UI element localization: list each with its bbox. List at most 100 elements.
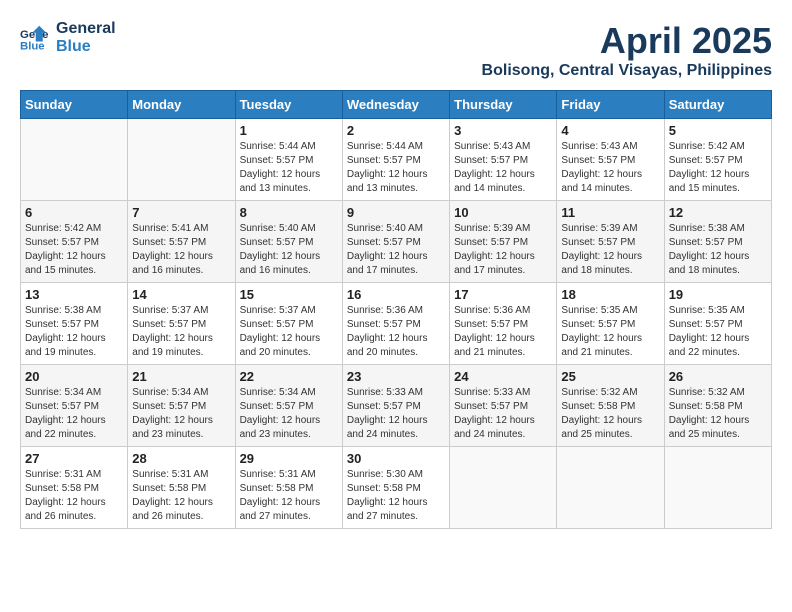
calendar-cell xyxy=(21,119,128,201)
day-info: Sunrise: 5:35 AMSunset: 5:57 PMDaylight:… xyxy=(561,304,659,360)
calendar-cell: 4Sunrise: 5:43 AMSunset: 5:57 PMDaylight… xyxy=(557,119,664,201)
day-number: 11 xyxy=(561,205,659,220)
day-info: Sunrise: 5:32 AMSunset: 5:58 PMDaylight:… xyxy=(561,386,659,442)
day-info: Sunrise: 5:34 AMSunset: 5:57 PMDaylight:… xyxy=(240,386,338,442)
day-number: 16 xyxy=(347,287,445,302)
day-number: 21 xyxy=(132,369,230,384)
day-number: 8 xyxy=(240,205,338,220)
calendar-cell: 7 Sunrise: 5:41 AMSunset: 5:57 PMDaylight… xyxy=(128,201,235,283)
page-header: General Blue General Blue April 2025 Bol… xyxy=(20,20,772,80)
day-number: 28 xyxy=(132,451,230,466)
calendar-cell: 20Sunrise: 5:34 AMSunset: 5:57 PMDayligh… xyxy=(21,365,128,447)
day-number: 13 xyxy=(25,287,123,302)
weekday-header: Thursday xyxy=(450,91,557,119)
day-number: 17 xyxy=(454,287,552,302)
day-info: Sunrise: 5:37 AMSunset: 5:57 PMDaylight:… xyxy=(240,304,338,360)
calendar-week-row: 13 Sunrise: 5:38 AMSunset: 5:57 PMDayligh… xyxy=(21,283,772,365)
calendar-cell: 26 Sunrise: 5:32 AMSunset: 5:58 PMDayligh… xyxy=(664,365,771,447)
day-number: 6 xyxy=(25,205,123,220)
calendar-cell xyxy=(664,447,771,529)
calendar-cell: 25Sunrise: 5:32 AMSunset: 5:58 PMDayligh… xyxy=(557,365,664,447)
calendar-cell: 10Sunrise: 5:39 AMSunset: 5:57 PMDayligh… xyxy=(450,201,557,283)
calendar-week-row: 27Sunrise: 5:31 AMSunset: 5:58 PMDayligh… xyxy=(21,447,772,529)
calendar-cell: 29 Sunrise: 5:31 AMSunset: 5:58 PMDayligh… xyxy=(235,447,342,529)
day-number: 30 xyxy=(347,451,445,466)
logo: General Blue General Blue xyxy=(20,20,116,57)
calendar-cell: 30 Sunrise: 5:30 AMSunset: 5:58 PMDayligh… xyxy=(342,447,449,529)
day-info: Sunrise: 5:31 AMSunset: 5:58 PMDaylight:… xyxy=(240,468,338,524)
calendar-cell: 2 Sunrise: 5:44 AMSunset: 5:57 PMDaylight… xyxy=(342,119,449,201)
day-number: 3 xyxy=(454,123,552,138)
day-number: 26 xyxy=(669,369,767,384)
day-number: 18 xyxy=(561,287,659,302)
day-info: Sunrise: 5:30 AMSunset: 5:58 PMDaylight:… xyxy=(347,468,445,524)
weekday-header: Friday xyxy=(557,91,664,119)
location-title: Bolisong, Central Visayas, Philippines xyxy=(482,62,772,80)
day-info: Sunrise: 5:32 AMSunset: 5:58 PMDaylight:… xyxy=(669,386,767,442)
day-info: Sunrise: 5:33 AMSunset: 5:57 PMDaylight:… xyxy=(454,386,552,442)
calendar-cell: 6 Sunrise: 5:42 AMSunset: 5:57 PMDaylight… xyxy=(21,201,128,283)
day-info: Sunrise: 5:34 AMSunset: 5:57 PMDaylight:… xyxy=(132,386,230,442)
calendar-cell: 3 Sunrise: 5:43 AMSunset: 5:57 PMDaylight… xyxy=(450,119,557,201)
calendar-table: SundayMondayTuesdayWednesdayThursdayFrid… xyxy=(20,90,772,529)
calendar-cell: 24 Sunrise: 5:33 AMSunset: 5:57 PMDayligh… xyxy=(450,365,557,447)
day-info: Sunrise: 5:38 AMSunset: 5:57 PMDaylight:… xyxy=(669,222,767,278)
calendar-cell: 16 Sunrise: 5:36 AMSunset: 5:57 PMDayligh… xyxy=(342,283,449,365)
calendar-cell: 19 Sunrise: 5:35 AMSunset: 5:57 PMDayligh… xyxy=(664,283,771,365)
day-info: Sunrise: 5:35 AMSunset: 5:57 PMDaylight:… xyxy=(669,304,767,360)
day-number: 9 xyxy=(347,205,445,220)
logo-general: General xyxy=(56,20,116,38)
day-number: 14 xyxy=(132,287,230,302)
day-number: 20 xyxy=(25,369,123,384)
day-number: 4 xyxy=(561,123,659,138)
day-number: 1 xyxy=(240,123,338,138)
calendar-header-row: SundayMondayTuesdayWednesdayThursdayFrid… xyxy=(21,91,772,119)
day-info: Sunrise: 5:43 AMSunset: 5:57 PMDaylight:… xyxy=(454,140,552,196)
calendar-cell: 21 Sunrise: 5:34 AMSunset: 5:57 PMDayligh… xyxy=(128,365,235,447)
day-info: Sunrise: 5:40 AMSunset: 5:57 PMDaylight:… xyxy=(240,222,338,278)
day-info: Sunrise: 5:37 AMSunset: 5:57 PMDaylight:… xyxy=(132,304,230,360)
day-number: 19 xyxy=(669,287,767,302)
day-info: Sunrise: 5:38 AMSunset: 5:57 PMDaylight:… xyxy=(25,304,123,360)
calendar-cell: 11Sunrise: 5:39 AMSunset: 5:57 PMDayligh… xyxy=(557,201,664,283)
calendar-cell: 12 Sunrise: 5:38 AMSunset: 5:57 PMDayligh… xyxy=(664,201,771,283)
day-info: Sunrise: 5:42 AMSunset: 5:57 PMDaylight:… xyxy=(669,140,767,196)
day-number: 29 xyxy=(240,451,338,466)
day-number: 22 xyxy=(240,369,338,384)
calendar-cell: 18 Sunrise: 5:35 AMSunset: 5:57 PMDayligh… xyxy=(557,283,664,365)
calendar-cell xyxy=(557,447,664,529)
day-info: Sunrise: 5:44 AMSunset: 5:57 PMDaylight:… xyxy=(347,140,445,196)
calendar-cell: 17 Sunrise: 5:36 AMSunset: 5:57 PMDayligh… xyxy=(450,283,557,365)
day-info: Sunrise: 5:33 AMSunset: 5:57 PMDaylight:… xyxy=(347,386,445,442)
calendar-cell xyxy=(128,119,235,201)
weekday-header: Tuesday xyxy=(235,91,342,119)
calendar-cell: 5Sunrise: 5:42 AMSunset: 5:57 PMDaylight… xyxy=(664,119,771,201)
day-number: 12 xyxy=(669,205,767,220)
day-info: Sunrise: 5:31 AMSunset: 5:58 PMDaylight:… xyxy=(132,468,230,524)
weekday-header: Monday xyxy=(128,91,235,119)
calendar-cell: 1 Sunrise: 5:44 AMSunset: 5:57 PMDaylight… xyxy=(235,119,342,201)
day-info: Sunrise: 5:36 AMSunset: 5:57 PMDaylight:… xyxy=(347,304,445,360)
day-info: Sunrise: 5:40 AMSunset: 5:57 PMDaylight:… xyxy=(347,222,445,278)
logo-blue: Blue xyxy=(56,38,116,56)
logo-icon: General Blue xyxy=(20,24,48,52)
day-info: Sunrise: 5:44 AMSunset: 5:57 PMDaylight:… xyxy=(240,140,338,196)
calendar-cell: 27Sunrise: 5:31 AMSunset: 5:58 PMDayligh… xyxy=(21,447,128,529)
calendar-cell: 22 Sunrise: 5:34 AMSunset: 5:57 PMDayligh… xyxy=(235,365,342,447)
calendar-cell: 28 Sunrise: 5:31 AMSunset: 5:58 PMDayligh… xyxy=(128,447,235,529)
calendar-cell: 9 Sunrise: 5:40 AMSunset: 5:57 PMDaylight… xyxy=(342,201,449,283)
day-info: Sunrise: 5:36 AMSunset: 5:57 PMDaylight:… xyxy=(454,304,552,360)
title-block: April 2025 Bolisong, Central Visayas, Ph… xyxy=(482,20,772,80)
calendar-cell: 23Sunrise: 5:33 AMSunset: 5:57 PMDayligh… xyxy=(342,365,449,447)
calendar-cell: 8 Sunrise: 5:40 AMSunset: 5:57 PMDaylight… xyxy=(235,201,342,283)
day-number: 7 xyxy=(132,205,230,220)
month-title: April 2025 xyxy=(482,20,772,62)
calendar-cell: 13 Sunrise: 5:38 AMSunset: 5:57 PMDayligh… xyxy=(21,283,128,365)
day-number: 24 xyxy=(454,369,552,384)
day-number: 15 xyxy=(240,287,338,302)
day-number: 2 xyxy=(347,123,445,138)
day-info: Sunrise: 5:42 AMSunset: 5:57 PMDaylight:… xyxy=(25,222,123,278)
day-info: Sunrise: 5:41 AMSunset: 5:57 PMDaylight:… xyxy=(132,222,230,278)
calendar-cell: 14 Sunrise: 5:37 AMSunset: 5:57 PMDayligh… xyxy=(128,283,235,365)
weekday-header: Saturday xyxy=(664,91,771,119)
